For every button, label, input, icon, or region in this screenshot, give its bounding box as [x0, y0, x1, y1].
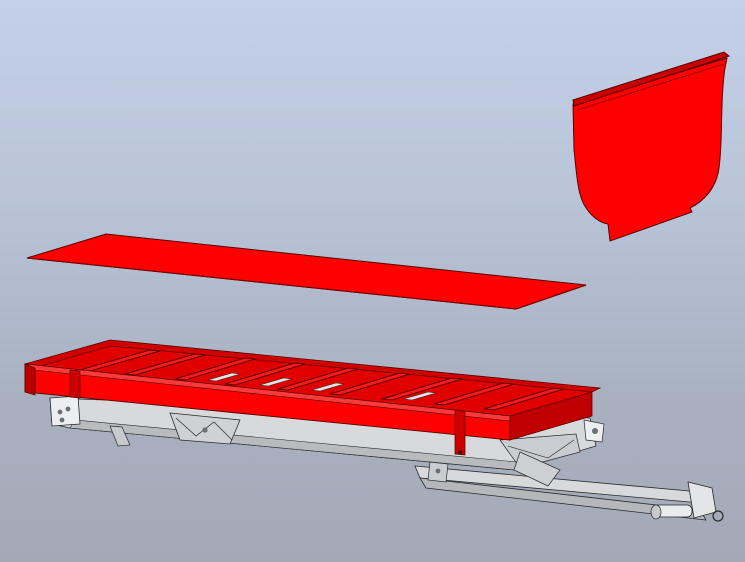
- bracket-hole: [202, 427, 208, 433]
- body-front-end[interactable]: [24, 363, 36, 396]
- rear-coupling-hole: [592, 428, 598, 434]
- cad-model-scene[interactable]: [0, 0, 745, 562]
- coupling-hole-2: [65, 406, 71, 412]
- front-panel[interactable]: [572, 51, 731, 242]
- brake-cylinder-cap: [650, 504, 662, 520]
- body-stake-left[interactable]: [69, 369, 81, 399]
- floor-plate-surface[interactable]: [26, 233, 587, 310]
- body-stake-right[interactable]: [454, 409, 466, 456]
- floor-plate[interactable]: [26, 233, 587, 310]
- tow-eye[interactable]: [712, 510, 724, 522]
- body-stake-right-pin: [457, 449, 463, 455]
- drawbar-hinge-pin: [435, 468, 441, 474]
- cad-viewport[interactable]: [0, 0, 745, 562]
- coupling-hole-3: [59, 417, 65, 423]
- front-panel-body[interactable]: [572, 57, 728, 242]
- coupling-hole-1: [57, 409, 63, 415]
- chassis-front-coupling[interactable]: [49, 395, 81, 427]
